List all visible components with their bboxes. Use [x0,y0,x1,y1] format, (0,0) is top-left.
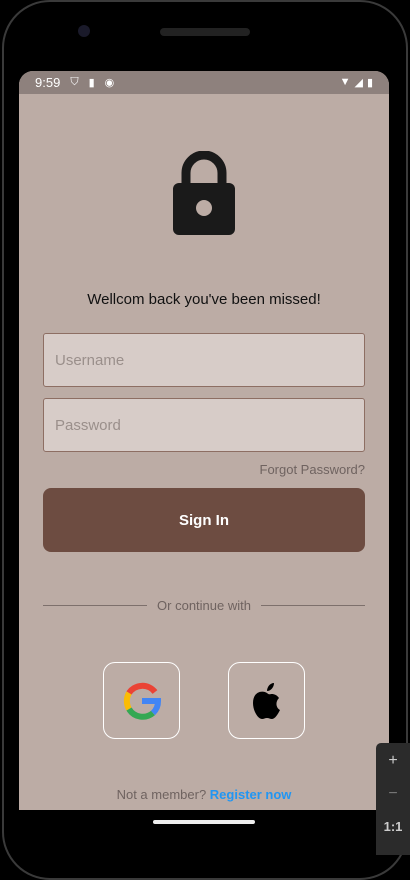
camera [78,25,90,37]
signal-icon: ◢ [354,77,363,89]
zoom-in-button[interactable]: + [376,743,410,776]
password-input[interactable]: Password [43,398,365,452]
battery-icon: ▮ [366,77,373,89]
register-link[interactable]: Register now [210,787,292,802]
register-prompt: Not a member? Register now [19,787,389,802]
status-time: 9:59 [35,75,61,90]
welcome-text: Wellcom back you've been missed! [87,291,321,308]
status-bar: 9:59 ⛉ ▮ ◉ ▼ ◢ ▮ [19,71,389,94]
shield-icon: ⛉ [70,76,79,88]
apple-button[interactable] [228,662,305,739]
sign-in-button[interactable]: Sign In [43,488,365,552]
forgot-password-link[interactable]: Forgot Password? [260,462,366,477]
divider-label: Or continue with [157,598,251,613]
actual-size-button[interactable]: 1:1 [376,809,410,842]
google-icon [123,682,161,720]
speaker [160,28,250,36]
register-prompt-text: Not a member? [116,787,207,802]
google-button[interactable] [103,662,180,739]
app-icon: ◉ [104,77,115,89]
lock-icon [173,151,235,235]
divider: Or continue with [43,598,365,613]
wifi-icon: ▼ [339,76,351,88]
zoom-out-button[interactable]: − [376,776,410,809]
username-input[interactable]: Username [43,333,365,387]
screen: 9:59 ⛉ ▮ ◉ ▼ ◢ ▮ Wellcom back you've been … [19,71,389,810]
home-indicator[interactable] [153,820,255,824]
sd-card-icon: ▮ [88,77,95,89]
emulator-zoom-controls: + − 1:1 [376,743,410,855]
apple-icon [252,682,280,719]
